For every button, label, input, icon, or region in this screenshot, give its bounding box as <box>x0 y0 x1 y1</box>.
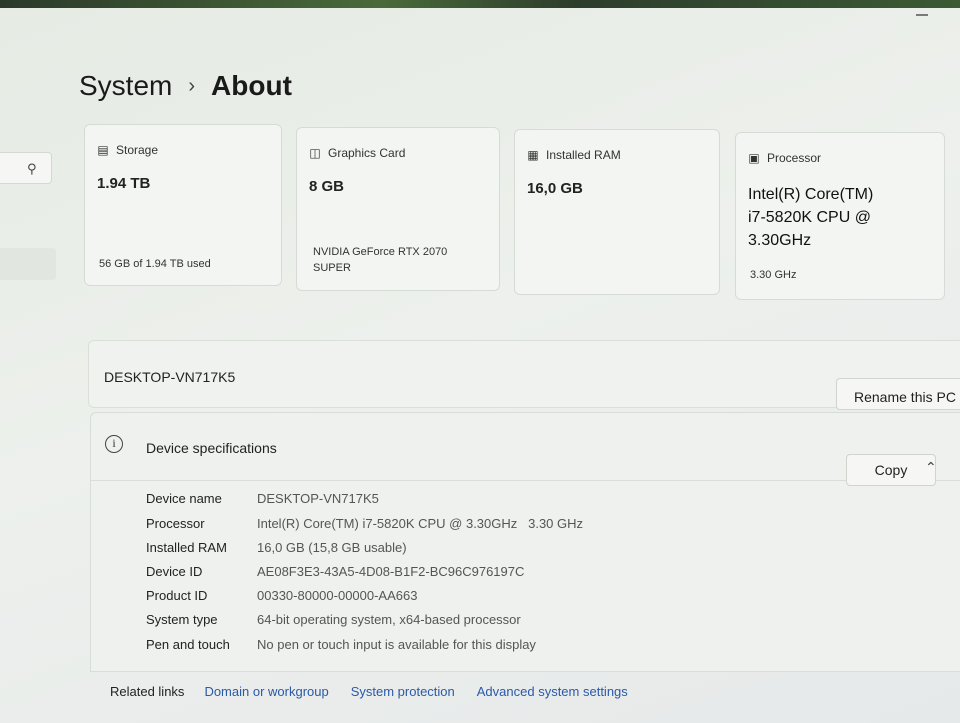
processor-value-line2: i7-5820K CPU @ <box>748 209 871 226</box>
spec-value: DESKTOP-VN717K5 <box>257 491 379 506</box>
info-icon: i <box>105 435 123 453</box>
spec-key: System type <box>146 612 218 627</box>
ram-label: Installed RAM <box>546 148 621 162</box>
breadcrumb-separator: › <box>188 74 196 97</box>
top-edge <box>0 0 960 8</box>
spec-value: 16,0 GB (15,8 GB usable) <box>257 540 407 555</box>
graphics-model-line2: SUPER <box>313 262 351 274</box>
spec-value: 64-bit operating system, x64-based proce… <box>257 612 521 627</box>
spec-value: 00330-80000-00000-AA663 <box>257 588 418 603</box>
storage-usage: 56 GB of 1.94 TB used <box>99 258 211 270</box>
spec-value: No pen or touch input is available for t… <box>257 637 536 652</box>
minimize-icon[interactable] <box>916 14 928 16</box>
spec-key: Processor <box>146 516 205 531</box>
ram-value: 16,0 GB <box>527 180 583 197</box>
copy-button[interactable]: Copy <box>846 454 936 486</box>
pc-name: DESKTOP-VN717K5 <box>104 369 236 385</box>
chevron-up-icon[interactable]: ⌃ <box>925 459 937 476</box>
breadcrumb-parent[interactable]: System <box>79 70 172 102</box>
storage-label: Storage <box>116 143 159 157</box>
gpu-icon: ◫ <box>309 146 321 160</box>
sidebar-item-selected[interactable] <box>0 248 56 280</box>
spec-value: AE08F3E3-43A5-4D08-B1F2-BC96C976197C <box>257 564 525 579</box>
processor-label: Processor <box>767 151 822 165</box>
related-links: Related links Domain or workgroup System… <box>110 680 650 702</box>
spec-key: Product ID <box>146 588 208 603</box>
related-links-title: Related links <box>110 683 185 699</box>
device-specs-title[interactable]: Device specifications <box>146 440 277 456</box>
sidebar-search-box[interactable]: ⚲ <box>0 152 52 184</box>
graphics-model-line1: NVIDIA GeForce RTX 2070 <box>313 246 448 258</box>
breadcrumb: System › About <box>79 66 292 106</box>
cpu-icon: ▣ <box>748 151 760 165</box>
ram-icon: ▦ <box>527 148 539 162</box>
graphics-label: Graphics Card <box>328 146 406 160</box>
spec-key: Installed RAM <box>146 540 227 555</box>
storage-card: ▤ Storage 1.94 TB 56 GB of 1.94 TB used <box>84 124 282 286</box>
hard-drive-icon: ▤ <box>97 143 109 157</box>
system-protection-link[interactable]: System protection <box>351 684 455 699</box>
processor-value-line3: 3.30GHz <box>748 232 812 249</box>
domain-workgroup-link[interactable]: Domain or workgroup <box>204 684 328 699</box>
divider <box>90 480 960 481</box>
spec-key: Device ID <box>146 564 203 579</box>
processor-value-line1: Intel(R) Core(TM) <box>748 186 874 203</box>
pc-name-bar: DESKTOP-VN717K5 <box>88 340 960 408</box>
advanced-system-settings-link[interactable]: Advanced system settings <box>477 684 628 699</box>
search-icon: ⚲ <box>27 161 37 176</box>
graphics-value: 8 GB <box>309 178 345 195</box>
spec-key: Pen and touch <box>146 637 230 652</box>
spec-value: Intel(R) Core(TM) i7-5820K CPU @ 3.30GHz… <box>257 516 584 531</box>
processor-speed: 3.30 GHz <box>750 269 797 281</box>
processor-value: Intel(R) Core(TM) i7-5820K CPU @ 3.30GHz <box>748 183 873 252</box>
page-title: About <box>211 70 292 101</box>
ram-card: ▦ Installed RAM 16,0 GB <box>514 129 720 295</box>
graphics-card: ◫ Graphics Card 8 GB NVIDIA GeForce RTX … <box>296 127 500 291</box>
storage-value: 1.94 TB <box>97 175 151 192</box>
rename-pc-button[interactable]: Rename this PC <box>836 378 960 410</box>
spec-key: Device name <box>146 491 222 506</box>
processor-card: ▣ Processor Intel(R) Core(TM) i7-5820K C… <box>735 132 945 300</box>
